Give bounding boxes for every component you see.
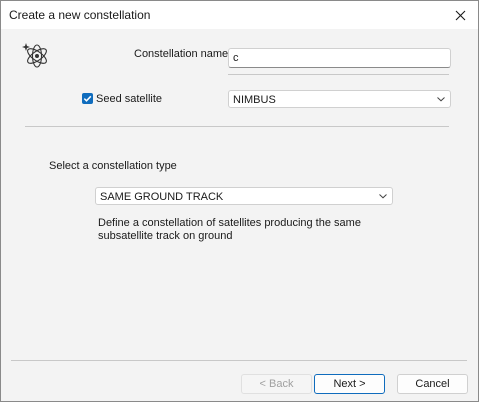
constellation-name-input[interactable] (228, 48, 451, 68)
constellation-type-label: Select a constellation type (49, 160, 177, 172)
atom-constellation-icon (22, 43, 47, 68)
dialog-window: Create a new constellation Constellation… (0, 0, 479, 402)
cancel-button[interactable]: Cancel (397, 374, 468, 394)
close-icon (455, 10, 465, 20)
chevron-down-icon (379, 194, 387, 199)
seed-satellite-dropdown[interactable]: NIMBUS (228, 90, 451, 108)
checkmark-icon (83, 95, 92, 102)
back-button[interactable]: < Back (241, 374, 312, 394)
constellation-name-label: Constellation name (134, 48, 229, 60)
name-separator (228, 74, 449, 75)
seed-separator (25, 126, 449, 127)
window-title: Create a new constellation (9, 8, 151, 22)
seed-satellite-value: NIMBUS (233, 94, 276, 106)
footer-separator (11, 360, 467, 361)
title-bar: Create a new constellation (1, 1, 478, 29)
constellation-type-value: SAME GROUND TRACK (100, 191, 224, 203)
seed-satellite-label: Seed satellite (96, 93, 163, 105)
dialog-body: Constellation name Seed satellite NIMBUS… (1, 29, 478, 401)
next-button[interactable]: Next > (314, 374, 385, 394)
seed-satellite-checkbox[interactable] (82, 93, 93, 104)
constellation-type-description: Define a constellation of satellites pro… (98, 217, 361, 242)
constellation-type-dropdown[interactable]: SAME GROUND TRACK (95, 187, 393, 205)
close-button[interactable] (442, 1, 478, 29)
chevron-down-icon (437, 97, 445, 102)
